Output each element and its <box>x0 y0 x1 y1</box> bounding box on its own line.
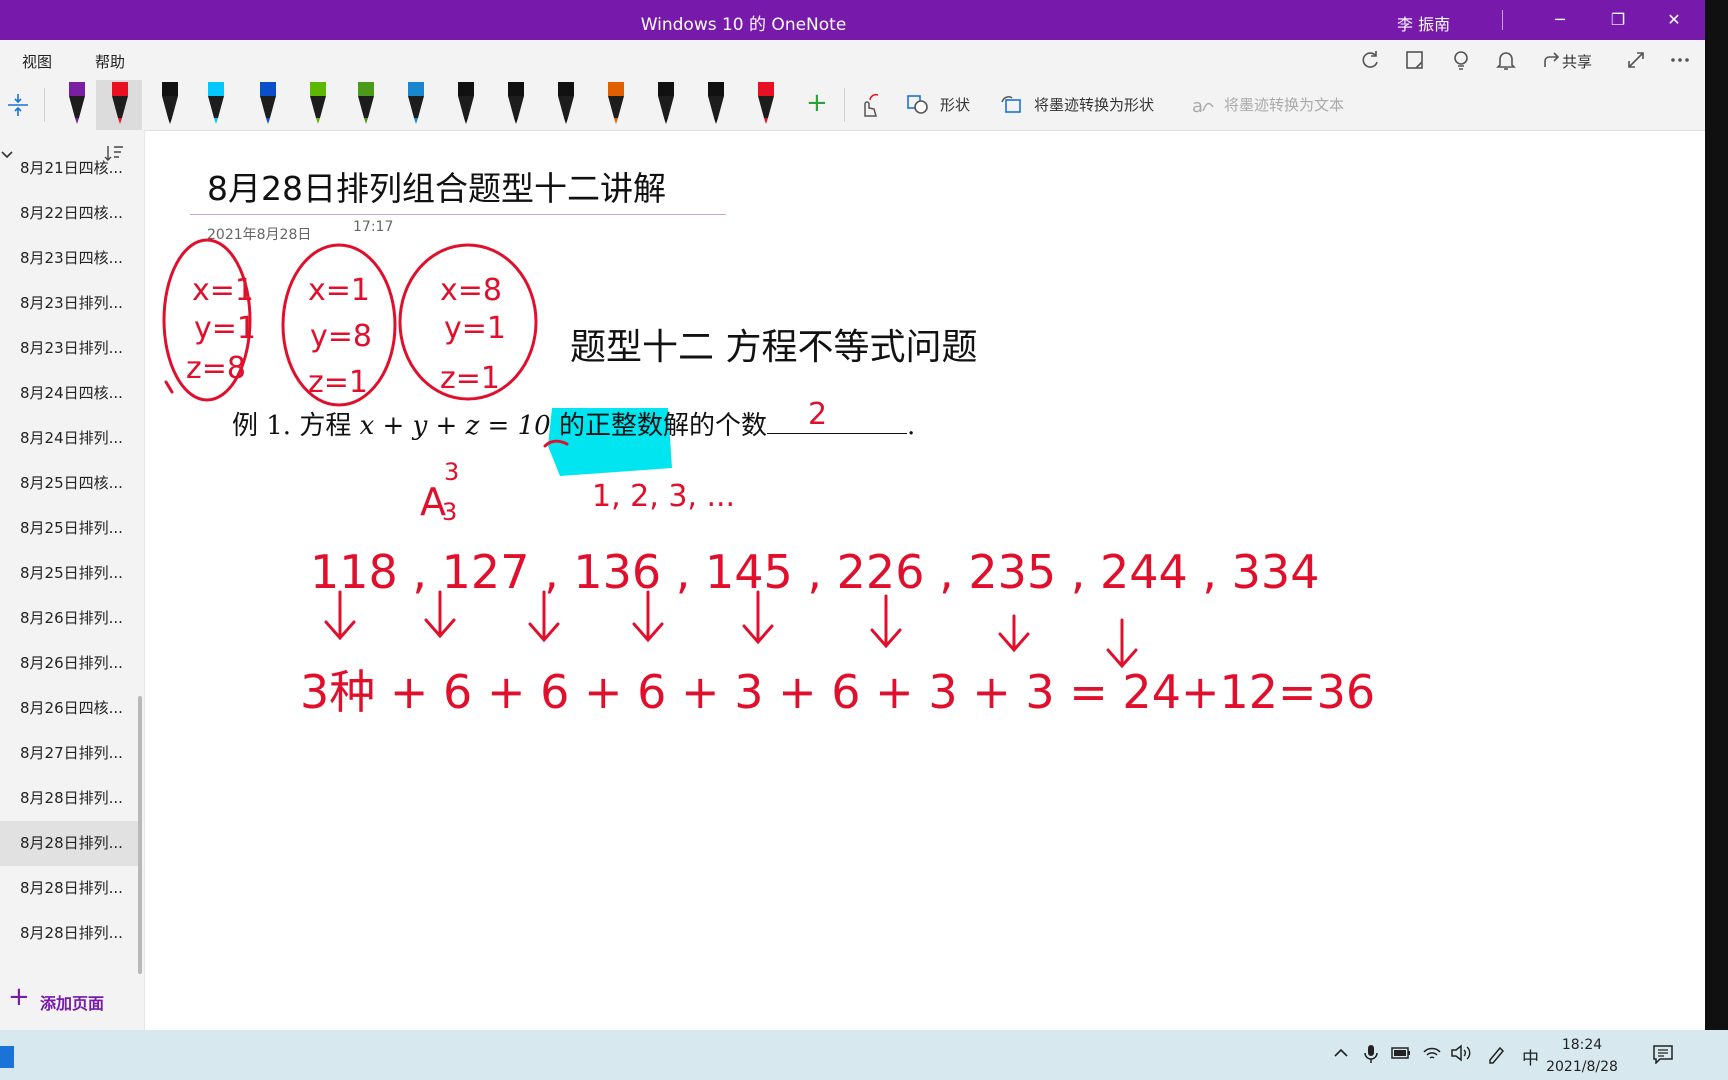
example-suffix: 的个数 <box>688 411 767 441</box>
answer-blank <box>766 411 907 434</box>
pen-9[interactable] <box>446 80 486 130</box>
insert-space-icon[interactable] <box>6 92 30 122</box>
page-list-item[interactable]: 8月22日四核... <box>0 191 142 236</box>
clock-date: 2021/8/28 <box>1546 1059 1618 1075</box>
wifi-icon[interactable] <box>1422 1044 1442 1067</box>
page-list-item[interactable]: 8月28日排列... <box>0 776 142 821</box>
page-date: 2021年8月28日 <box>207 227 312 243</box>
pen-14[interactable] <box>696 80 736 130</box>
pen-5[interactable] <box>248 80 288 130</box>
draw-ribbon: + 形状 将墨迹转换为形状 a 将墨迹转换为文本 <box>0 80 1705 131</box>
pen-1[interactable] <box>57 80 97 130</box>
page-list-item[interactable]: 8月27日排列... <box>0 731 142 776</box>
page-list-item[interactable]: 8月28日排列... <box>0 821 142 866</box>
pen-8[interactable] <box>396 80 436 130</box>
page-list-item[interactable]: 8月21日四核... <box>0 146 142 191</box>
problem-type-heading: 题型十二 方程不等式问题 <box>570 327 978 368</box>
battery-icon[interactable] <box>1390 1044 1412 1067</box>
example-problem: 例 1. 方程 x + y + z = 10 的正整数解的个数. <box>232 405 915 442</box>
page-list-item[interactable]: 8月28日排列... <box>0 911 142 956</box>
restore-button[interactable]: ❐ <box>1598 6 1638 34</box>
ink-to-text-icon[interactable]: a <box>1190 94 1216 120</box>
page-view-icon[interactable] <box>1403 49 1427 73</box>
example-mid: 的 <box>550 411 585 441</box>
add-pen-button[interactable]: + <box>806 88 828 118</box>
pen-workspace-icon[interactable] <box>1486 1044 1508 1069</box>
pen-13[interactable] <box>646 80 686 130</box>
sync-icon[interactable] <box>1358 49 1382 73</box>
pen-15[interactable] <box>746 80 786 130</box>
pen-6[interactable] <box>298 80 338 130</box>
page-list: 8月21日四核... 8月22日四核... 8月23日四核... 8月23日排列...… <box>0 146 142 956</box>
page-time: 17:17 <box>353 219 394 235</box>
pen-2[interactable] <box>100 80 140 130</box>
system-clock[interactable]: 18:24 2021/8/28 <box>1542 1034 1622 1078</box>
note-canvas[interactable] <box>145 131 1705 1030</box>
page-list-item[interactable]: 8月25日四核... <box>0 461 142 506</box>
ribbon-separator <box>44 88 45 122</box>
plus-icon: + <box>8 982 30 1012</box>
highlighted-term: 正整数解 <box>584 411 689 441</box>
page-list-item[interactable]: 8月23日四核... <box>0 236 142 281</box>
lightbulb-icon[interactable] <box>1449 49 1473 73</box>
taskbar: 中 18:24 2021/8/28 <box>0 1030 1728 1080</box>
menu-view[interactable]: 视图 <box>22 51 52 72</box>
taskbar-app-icon[interactable] <box>0 1046 14 1068</box>
background-strip <box>1705 0 1728 1030</box>
pen-10[interactable] <box>496 80 536 130</box>
touch-draw-icon[interactable] <box>856 92 882 122</box>
menu-help[interactable]: 帮助 <box>95 51 125 72</box>
page-list-item[interactable]: 8月26日四核... <box>0 686 142 731</box>
ink-to-text-button[interactable]: 将墨迹转换为文本 <box>1224 94 1344 115</box>
bell-icon[interactable] <box>1494 49 1518 73</box>
page-list-item[interactable]: 8月23日排列... <box>0 281 142 326</box>
share-icon[interactable] <box>1540 49 1564 73</box>
notification-center-icon[interactable] <box>1652 1044 1674 1069</box>
ink-to-shape-icon[interactable] <box>1000 94 1026 120</box>
page-list-item[interactable]: 8月25日排列... <box>0 506 142 551</box>
title-underline <box>190 214 726 215</box>
user-name[interactable]: 李 振南 <box>1397 11 1450 35</box>
page-list-item[interactable]: 8月24日排列... <box>0 416 142 461</box>
add-page-label: 添加页面 <box>40 994 105 1013</box>
close-button[interactable]: ✕ <box>1654 6 1694 34</box>
example-prefix: 例 1. 方程 <box>232 411 360 441</box>
minimize-button[interactable]: ─ <box>1540 6 1580 34</box>
shapes-button[interactable]: 形状 <box>940 94 970 115</box>
more-options-icon[interactable] <box>1668 49 1692 73</box>
page-list-item[interactable]: 8月26日排列... <box>0 596 142 641</box>
equation: x + y + z = 10 <box>359 411 551 441</box>
shapes-icon[interactable] <box>906 94 932 120</box>
chevron-up-icon[interactable] <box>1332 1044 1350 1067</box>
page-list-item[interactable]: 8月25日排列... <box>0 551 142 596</box>
pen-4[interactable] <box>196 80 236 130</box>
example-end: . <box>906 411 916 441</box>
page-list-item[interactable]: 8月23日排列... <box>0 326 142 371</box>
pen-3[interactable] <box>150 80 190 130</box>
menu-bar: 视图 帮助 共享 <box>0 40 1705 80</box>
page-list-item[interactable]: 8月28日排列... <box>0 866 142 911</box>
pen-11[interactable] <box>546 80 586 130</box>
volume-icon[interactable] <box>1450 1044 1472 1067</box>
share-button[interactable]: 共享 <box>1562 51 1592 72</box>
pen-12[interactable] <box>596 80 636 130</box>
ink-to-shape-button[interactable]: 将墨迹转换为形状 <box>1034 94 1154 115</box>
page-list-item[interactable]: 8月24日四核... <box>0 371 142 416</box>
title-separator <box>1502 10 1503 30</box>
pen-7[interactable] <box>346 80 386 130</box>
page-list-scrollbar[interactable] <box>138 696 142 974</box>
page-list-pane: 8月21日四核... 8月22日四核... 8月23日四核... 8月23日排列...… <box>0 130 145 1030</box>
clock-time: 18:24 <box>1561 1037 1603 1053</box>
microphone-icon[interactable] <box>1362 1044 1380 1069</box>
ribbon-separator <box>844 88 845 122</box>
add-page-button[interactable]: + 添加页面 <box>0 980 142 1020</box>
page-list-item[interactable]: 8月26日排列... <box>0 641 142 686</box>
svg-text:a: a <box>1192 96 1203 116</box>
title-bar: Windows 10 的 OneNote 李 振南 ─ ❐ ✕ <box>0 0 1705 40</box>
page-title[interactable]: 8月28日排列组合题型十二讲解 <box>207 162 666 210</box>
fullscreen-icon[interactable] <box>1624 49 1648 73</box>
window-title: Windows 10 的 OneNote <box>640 15 847 35</box>
input-method-indicator[interactable]: 中 <box>1522 1044 1539 1069</box>
